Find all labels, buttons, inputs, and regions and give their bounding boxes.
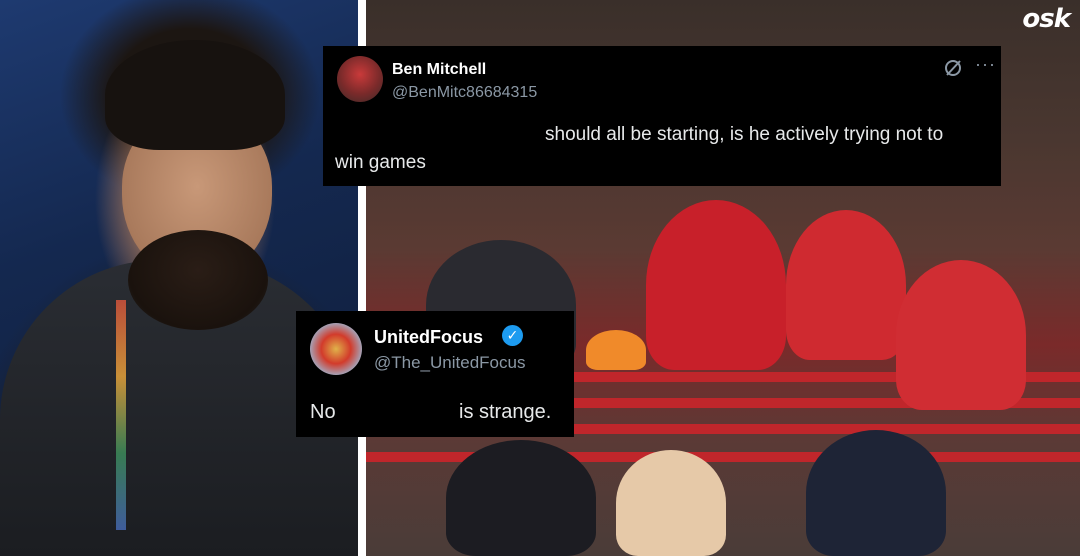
jacket-stripe [116,300,126,530]
more-icon[interactable]: ··· [975,54,996,75]
fan-red-shirt [786,210,906,360]
site-logo: osk [1022,4,1071,34]
tweet-card-unitedfocus: UnitedFocus ✓ @The_UnitedFocus No is str… [296,311,574,437]
fan-red-shirt [646,200,786,370]
manager-photo [0,0,358,556]
fan-red-hoodie [896,260,1026,410]
verified-badge-icon: ✓ [502,325,523,346]
tweet-text: is strange. [459,401,552,423]
tweet-text: No [310,401,336,423]
avatar [310,323,362,375]
tweet-text: should all be starting, is he actively t… [545,124,944,145]
hair-shape [105,40,285,150]
avatar [337,56,383,102]
beard-shape [128,230,268,330]
grok-icon[interactable] [943,58,963,78]
fan-face [616,450,726,556]
display-name: Ben Mitchell [392,61,487,78]
tweet-text: win games [335,152,426,173]
tweet-card-ben-mitchell: Ben Mitchell @BenMitc86684315 ··· should… [323,46,1001,186]
user-handle: @The_UnitedFocus [374,353,526,372]
user-handle: @BenMitc86684315 [392,84,538,101]
fan-dark-jacket [806,430,946,556]
fan-orange-hat [586,330,646,370]
fan-dark-jacket [446,440,596,556]
display-name: UnitedFocus [374,327,484,347]
